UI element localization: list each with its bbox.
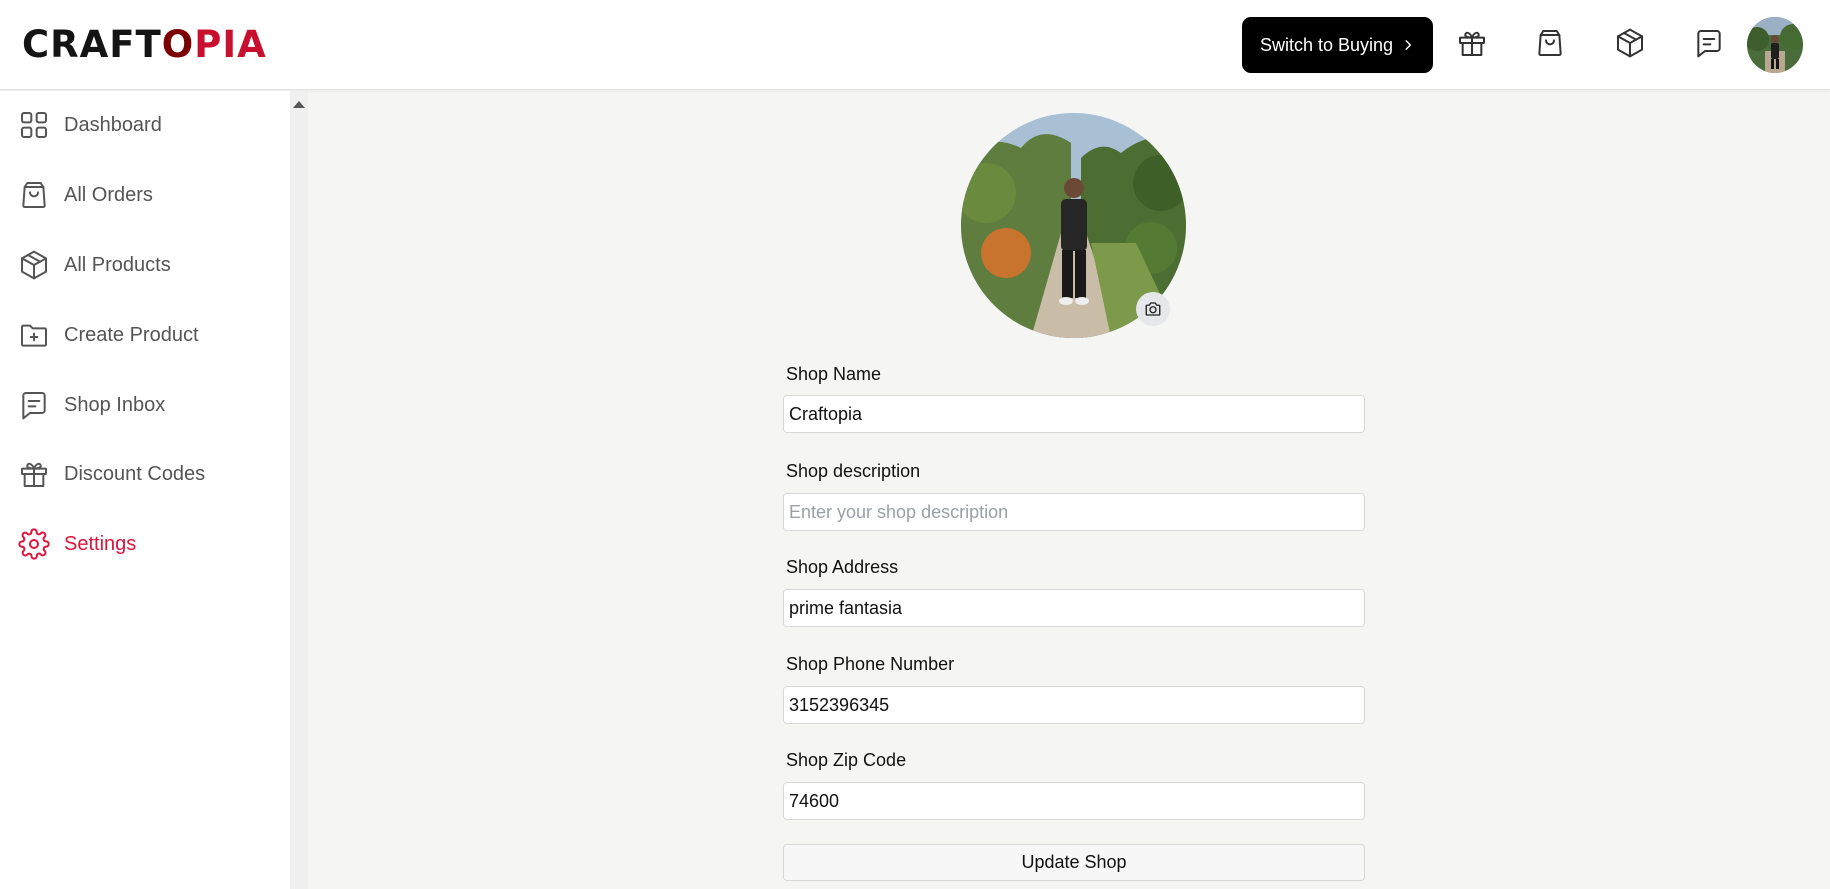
- shop-zip-input[interactable]: [783, 782, 1365, 820]
- shop-address-label: Shop Address: [786, 557, 899, 577]
- shop-description-label: Shop description: [786, 461, 921, 481]
- sidebar-item-label: All Orders: [64, 183, 153, 206]
- header-products-button[interactable]: [1613, 26, 1647, 60]
- shop-phone-input[interactable]: [783, 686, 1365, 724]
- sidebar-scrollbar[interactable]: [290, 91, 308, 889]
- sidebar-item-label: Dashboard: [64, 113, 162, 136]
- shop-description-input[interactable]: [783, 493, 1365, 531]
- scroll-up-arrow-icon[interactable]: [293, 101, 305, 108]
- sidebar-item-discount-codes[interactable]: Discount Codes: [18, 454, 205, 494]
- sidebar-item-dashboard[interactable]: Dashboard: [18, 105, 162, 145]
- message-icon: [1697, 30, 1721, 58]
- camera-icon: [1145, 302, 1161, 316]
- update-shop-button[interactable]: Update Shop: [783, 844, 1365, 881]
- sidebar-item-label: Create Product: [64, 323, 199, 346]
- sidebar-item-settings[interactable]: Settings: [18, 524, 136, 564]
- sidebar-item-all-orders[interactable]: All Orders: [18, 175, 153, 215]
- shop-address-input[interactable]: [783, 589, 1365, 627]
- craftopia-logo[interactable]: CRAFTOPIA: [22, 24, 267, 66]
- shop-name-label: Shop Name: [786, 364, 882, 384]
- sidebar-item-label: Settings: [64, 532, 137, 555]
- package-icon: [1617, 28, 1643, 58]
- shopping-bag-icon: [22, 182, 46, 208]
- gear-icon: [18, 528, 50, 560]
- shop-name-input[interactable]: [783, 395, 1365, 433]
- sidebar-item-label: Discount Codes: [64, 462, 206, 485]
- gift-icon: [1459, 31, 1485, 56]
- header-discount-button[interactable]: [1455, 26, 1489, 60]
- message-icon: [22, 392, 46, 420]
- top-header: CRAFTOPIA Switch to Buying: [0, 0, 1830, 90]
- header-inbox-button[interactable]: [1692, 26, 1726, 60]
- chevron-right-icon: [1405, 40, 1412, 50]
- package-icon: [21, 250, 47, 280]
- header-orders-button[interactable]: [1533, 26, 1567, 60]
- folder-plus-icon: [21, 324, 47, 347]
- user-avatar-photo: [1747, 17, 1803, 73]
- logo-text-craft: CRAFT: [22, 23, 162, 66]
- sidebar-item-label: All Products: [64, 253, 171, 276]
- sidebar-item-all-products[interactable]: All Products: [18, 245, 171, 285]
- sidebar-item-label: Shop Inbox: [64, 393, 166, 416]
- sidebar-item-create-product[interactable]: Create Product: [18, 315, 199, 355]
- sidebar: Dashboard All Orders All Products Create…: [0, 91, 290, 889]
- user-avatar[interactable]: [1747, 17, 1803, 73]
- dashboard-icon: [21, 112, 47, 138]
- gift-icon: [21, 462, 47, 487]
- switch-to-buying-label: Switch to Buying: [1259, 34, 1394, 55]
- change-photo-button[interactable]: [1136, 292, 1170, 326]
- shopping-bag-icon: [1538, 30, 1562, 56]
- shop-phone-label: Shop Phone Number: [786, 654, 955, 674]
- logo-text-o: O: [161, 23, 195, 66]
- shop-zip-label: Shop Zip Code: [786, 750, 907, 770]
- switch-to-buying-button[interactable]: Switch to Buying: [1242, 17, 1433, 73]
- sidebar-item-shop-inbox[interactable]: Shop Inbox: [18, 385, 165, 425]
- logo-text-pia: PIA: [194, 23, 267, 66]
